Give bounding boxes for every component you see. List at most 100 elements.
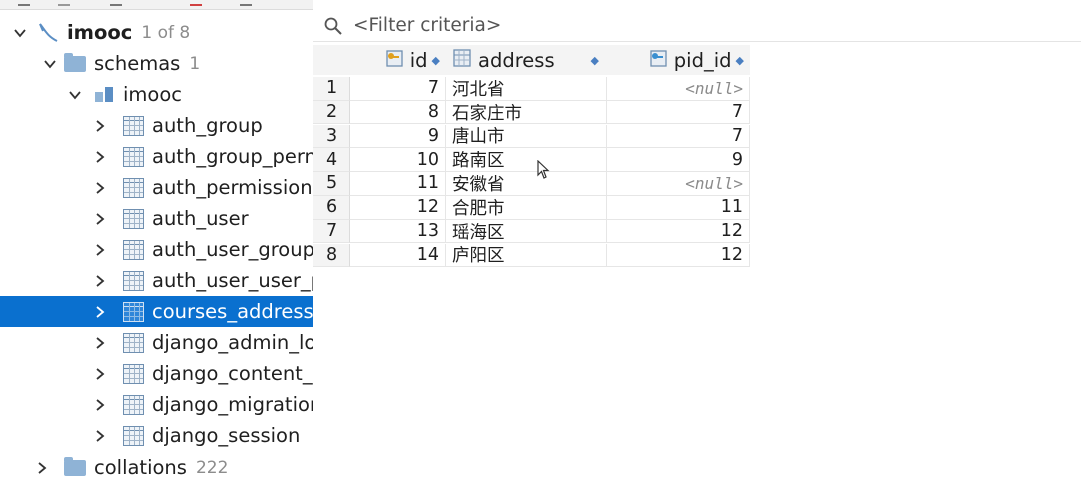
tree-node-table[interactable]: auth_group_perm (0, 141, 313, 172)
tree-node-table[interactable]: django_admin_log (0, 327, 313, 358)
chevron-down-icon[interactable] (66, 86, 84, 104)
collations-label: collations (94, 456, 187, 479)
cell-id[interactable]: 9 (350, 124, 446, 149)
tree-node-table[interactable]: auth_user_groups (0, 234, 313, 265)
cell-id[interactable]: 14 (350, 243, 446, 268)
cell-address[interactable]: 瑶海区 (446, 219, 607, 244)
table-name: django_content_ty (152, 362, 313, 385)
tree-node-table[interactable]: auth_permission (0, 172, 313, 203)
table-name: auth_user_groups (152, 238, 313, 261)
sort-icon[interactable]: ◆ (591, 54, 599, 67)
table-name: django_admin_log (152, 331, 313, 354)
table-name: auth_permission (152, 176, 313, 199)
cell-address[interactable]: 河北省 (446, 77, 607, 101)
cell-pid-id[interactable]: 12 (607, 219, 750, 244)
table-name: auth_group (152, 114, 263, 137)
chevron-right-icon[interactable] (91, 272, 109, 290)
cell-pid-id[interactable]: 9 (607, 148, 750, 172)
chevron-right-icon[interactable] (91, 241, 109, 259)
tree-node-table[interactable]: django_content_ty (0, 358, 313, 389)
chevron-right-icon[interactable] (91, 117, 109, 135)
table-icon (122, 115, 144, 137)
cell-address[interactable]: 合肥市 (446, 196, 607, 220)
filter-bar[interactable]: <Filter criteria> (313, 10, 1081, 42)
search-icon (323, 16, 343, 36)
table-icon (122, 146, 144, 168)
cell-address[interactable]: 庐阳区 (446, 243, 607, 268)
cell-id[interactable]: 8 (350, 100, 446, 125)
tree-node-table[interactable]: auth_user_user_pe (0, 265, 313, 296)
tree-node-schema[interactable]: imooc (0, 79, 313, 110)
cell-pid-id[interactable]: <null> (607, 77, 750, 101)
collations-count: 222 (195, 457, 229, 478)
schema-icon (93, 84, 115, 106)
sort-icon[interactable]: ◆ (736, 54, 744, 67)
cell-id[interactable]: 12 (350, 196, 446, 220)
column-header-address[interactable]: address ◆ (446, 45, 607, 75)
chevron-right-icon[interactable] (91, 396, 109, 414)
tree-node-table[interactable]: auth_user (0, 203, 313, 234)
cell-pid-id[interactable]: 12 (607, 243, 750, 268)
database-tree: imooc 1 of 8 schemas 1 imooc auth_groupa… (0, 10, 313, 487)
folder-icon (64, 456, 86, 479)
chevron-right-icon[interactable] (33, 459, 51, 477)
cell-address[interactable]: 唐山市 (446, 124, 607, 149)
chevron-down-icon[interactable] (41, 55, 59, 73)
cell-id[interactable]: 13 (350, 219, 446, 244)
chevron-down-icon[interactable] (11, 24, 29, 42)
column-header-id[interactable]: id ◆ (350, 45, 446, 75)
column-header-label: pid_id (673, 48, 732, 72)
table-icon (122, 425, 144, 447)
sort-icon[interactable]: ◆ (432, 54, 440, 67)
toolbar-sync-icon[interactable] (110, 0, 122, 6)
row-number: 1 (313, 77, 350, 101)
table-name: django_session (152, 424, 301, 447)
toolbar-stop-icon[interactable] (190, 0, 202, 6)
tree-node-table[interactable]: courses_addressi (0, 296, 313, 327)
tree-node-table[interactable]: auth_group (0, 110, 313, 141)
cell-address[interactable]: 石家庄市 (446, 100, 607, 125)
chevron-right-icon[interactable] (91, 334, 109, 352)
table-icon (122, 301, 144, 323)
table-name: django_migration (152, 393, 313, 416)
database-icon (37, 22, 59, 44)
filter-input[interactable]: <Filter criteria> (353, 15, 501, 36)
schemas-label: schemas (94, 52, 181, 75)
folder-icon (64, 52, 86, 75)
table-name: auth_user (152, 207, 249, 230)
row-number: 7 (313, 219, 350, 244)
database-name: imooc (67, 21, 133, 44)
chevron-right-icon[interactable] (91, 427, 109, 445)
row-number: 6 (313, 196, 350, 220)
cell-id[interactable]: 11 (350, 172, 446, 196)
tree-node-collations[interactable]: collations 222 (0, 452, 313, 483)
column-header-pid-id[interactable]: pid_id ◆ (607, 45, 750, 75)
cell-address[interactable]: 安徽省 (446, 172, 607, 196)
cell-id[interactable]: 10 (350, 148, 446, 172)
toolbar-edit-icon[interactable] (58, 0, 70, 6)
chevron-right-icon[interactable] (91, 148, 109, 166)
tree-node-table[interactable]: django_session (0, 420, 313, 451)
cell-pid-id[interactable]: 11 (607, 196, 750, 220)
table-name: auth_user_user_pe (152, 269, 313, 292)
schema-name: imooc (123, 83, 182, 106)
tree-node-database[interactable]: imooc 1 of 8 (0, 17, 313, 48)
tree-node-schemas[interactable]: schemas 1 (0, 48, 313, 79)
chevron-right-icon[interactable] (91, 365, 109, 383)
toolbar-refresh-icon[interactable] (18, 0, 30, 6)
chevron-right-icon[interactable] (91, 210, 109, 228)
table-icon (122, 363, 144, 385)
table-icon (122, 177, 144, 199)
table-name: auth_group_perm (152, 145, 313, 168)
cell-pid-id[interactable]: 7 (607, 100, 750, 125)
chevron-right-icon[interactable] (91, 179, 109, 197)
column-icon (452, 48, 472, 73)
chevron-right-icon[interactable] (91, 303, 109, 321)
toolbar-table-icon[interactable] (240, 0, 252, 6)
cell-id[interactable]: 7 (350, 77, 446, 101)
column-header-label: address (478, 48, 555, 72)
cell-pid-id[interactable]: 7 (607, 124, 750, 149)
tree-node-table[interactable]: django_migration (0, 389, 313, 420)
cell-pid-id[interactable]: <null> (607, 172, 750, 196)
cell-address[interactable]: 路南区 (446, 148, 607, 172)
